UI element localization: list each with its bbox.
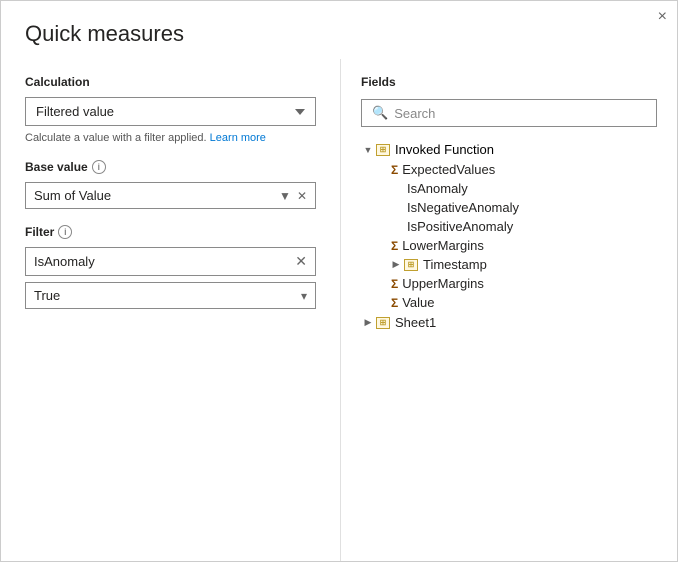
- tree-item-lowermargins[interactable]: Σ LowerMargins: [361, 236, 657, 255]
- dialog-body: Calculation Filtered valueAverage per ca…: [1, 59, 677, 561]
- sigma-icon-expectedvalues: Σ: [391, 163, 398, 177]
- calculation-label: Calculation: [25, 75, 316, 89]
- fields-tree: ▼ ⊞ Invoked Function Σ ExpectedValues Is…: [361, 139, 657, 333]
- base-value-label: Base value i: [25, 160, 316, 174]
- base-value-field[interactable]: Sum of Value ▼ ✕: [25, 182, 316, 209]
- filter-value-dropdown-icon[interactable]: ▾: [301, 289, 307, 303]
- search-box: 🔍: [361, 99, 657, 127]
- helper-text: Calculate a value with a filter applied.…: [25, 132, 316, 144]
- sheet1-label: Sheet1: [395, 315, 436, 330]
- tree-item-isnegativeanomaly[interactable]: IsNegativeAnomaly: [361, 198, 657, 217]
- isnegativeanomaly-label: IsNegativeAnomaly: [407, 200, 519, 215]
- search-icon: 🔍: [372, 105, 388, 121]
- tree-item-ispositiveanomaly[interactable]: IsPositiveAnomaly: [361, 217, 657, 236]
- dialog-title: Quick measures: [1, 1, 677, 59]
- sigma-icon-value: Σ: [391, 296, 398, 310]
- filter-value-text: True: [34, 288, 301, 303]
- base-value-clear-icon[interactable]: ✕: [297, 189, 307, 203]
- lowermargins-label: LowerMargins: [402, 238, 484, 253]
- close-button[interactable]: ×: [658, 9, 667, 25]
- quick-measures-dialog: × Quick measures Calculation Filtered va…: [0, 0, 678, 562]
- value-label: Value: [402, 295, 434, 310]
- base-value-text: Sum of Value: [34, 188, 279, 203]
- invoked-function-row[interactable]: ▼ ⊞ Invoked Function: [361, 139, 657, 160]
- filter-label: Filter i: [25, 225, 316, 239]
- tree-item-sheet1[interactable]: ▶ ⊞ Sheet1: [361, 312, 657, 333]
- sigma-icon-uppermargins: Σ: [391, 277, 398, 291]
- timestamp-label: Timestamp: [423, 257, 487, 272]
- base-value-controls: ▼ ✕: [279, 189, 307, 203]
- filter-field-text: IsAnomaly: [34, 254, 295, 269]
- tree-item-timestamp[interactable]: ▶ ⊞ Timestamp: [361, 255, 657, 274]
- base-value-dropdown-arrow[interactable]: ▼: [279, 189, 291, 203]
- invoked-function-label: Invoked Function: [395, 142, 494, 157]
- sigma-icon-lowermargins: Σ: [391, 239, 398, 253]
- filter-clear-icon[interactable]: ✕: [295, 253, 307, 270]
- timestamp-expand-icon: ▶: [391, 259, 401, 270]
- invoked-function-collapse-icon: ▼: [361, 145, 375, 155]
- ispositiveanomaly-label: IsPositiveAnomaly: [407, 219, 513, 234]
- isanomaly-label: IsAnomaly: [407, 181, 468, 196]
- calculation-dropdown[interactable]: Filtered valueAverage per categoryDiffer…: [25, 97, 316, 126]
- filter-section: Filter i IsAnomaly ✕ True ▾: [25, 225, 316, 309]
- sheet1-table-icon: ⊞: [375, 316, 391, 330]
- expectedvalues-label: ExpectedValues: [402, 162, 495, 177]
- fields-label: Fields: [361, 75, 657, 89]
- sheet1-expand-icon: ▶: [361, 317, 375, 328]
- invoked-function-table-icon: ⊞: [375, 143, 391, 157]
- timestamp-table-icon: ⊞: [403, 258, 419, 272]
- left-panel: Calculation Filtered valueAverage per ca…: [1, 59, 341, 561]
- tree-item-value[interactable]: Σ Value: [361, 293, 657, 312]
- tree-item-isanomaly[interactable]: IsAnomaly: [361, 179, 657, 198]
- filter-field[interactable]: IsAnomaly ✕: [25, 247, 316, 276]
- tree-item-expectedvalues[interactable]: Σ ExpectedValues: [361, 160, 657, 179]
- base-value-section: Base value i Sum of Value ▼ ✕: [25, 160, 316, 209]
- filter-info-icon[interactable]: i: [58, 225, 72, 239]
- filter-value-field[interactable]: True ▾: [25, 282, 316, 309]
- uppermargins-label: UpperMargins: [402, 276, 484, 291]
- search-input[interactable]: [394, 106, 646, 121]
- base-value-info-icon[interactable]: i: [92, 160, 106, 174]
- right-panel: Fields 🔍 ▼ ⊞ Invoked Function Σ Expected: [341, 59, 677, 561]
- learn-more-link[interactable]: Learn more: [210, 132, 266, 144]
- tree-item-uppermargins[interactable]: Σ UpperMargins: [361, 274, 657, 293]
